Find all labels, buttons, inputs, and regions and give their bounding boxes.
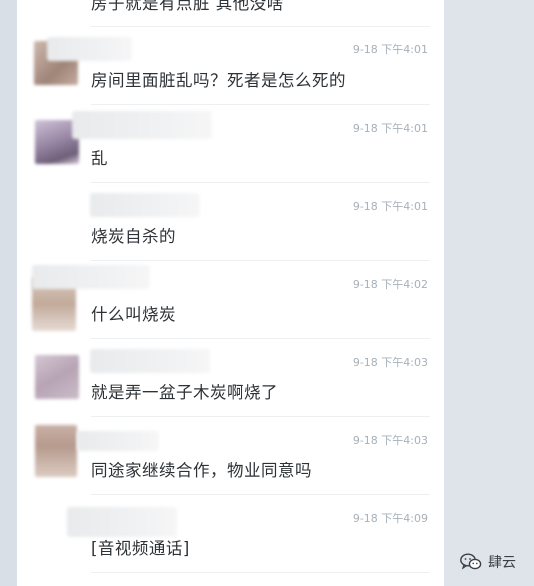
message-row[interactable]: 9-18 下午4:01 乱 <box>17 105 444 183</box>
message-time: 9-18 下午4:03 <box>352 356 428 369</box>
message-text: 什么叫烧炭 <box>91 305 176 324</box>
message-time: 9-18 下午4:03 <box>352 434 428 447</box>
watermark: 肆云 <box>460 552 516 572</box>
message-row[interactable]: 9-18 下午4:01 烧炭自杀的 <box>17 183 444 261</box>
sender-name-blurred <box>32 265 150 289</box>
sender-name-blurred <box>90 349 210 373</box>
sender-name-blurred <box>90 193 200 217</box>
watermark-label: 肆云 <box>488 555 516 571</box>
sender-name-blurred <box>72 111 212 139</box>
avatar[interactable] <box>35 355 79 399</box>
message-time: 9-18 下午4:02 <box>352 278 428 291</box>
sender-name-blurred <box>67 507 177 537</box>
chat-history-panel: 房子就是有点脏 其他没啥 9-18 下午4:01 房间里面脏乱吗？死者是怎么死的… <box>17 0 444 586</box>
message-row[interactable]: 9-18 下午4:03 就是弄一盆子木炭啊烧了 <box>17 339 444 417</box>
message-text: 就是弄一盆子木炭啊烧了 <box>91 383 278 402</box>
message-row[interactable]: 9-18 下午4:09 [音视频通话] <box>17 495 444 573</box>
divider <box>91 572 430 573</box>
message-time: 9-18 下午4:01 <box>352 122 428 135</box>
avatar[interactable] <box>35 425 77 477</box>
message-text: 同途家继续合作，物业同意吗 <box>91 461 312 480</box>
message-row[interactable]: 9-18 下午4:03 同途家继续合作，物业同意吗 <box>17 417 444 495</box>
message-text: 烧炭自杀的 <box>91 227 176 246</box>
message-row: 房子就是有点脏 其他没啥 <box>17 0 444 26</box>
message-time: 9-18 下午4:01 <box>352 43 428 56</box>
wechat-icon <box>460 553 482 571</box>
message-row[interactable]: 9-18 下午4:01 房间里面脏乱吗？死者是怎么死的 <box>17 27 444 105</box>
message-text: 乱 <box>91 149 108 168</box>
message-text: 房子就是有点脏 其他没啥 <box>91 0 284 13</box>
message-time: 9-18 下午4:01 <box>352 200 428 213</box>
call-record-text[interactable]: [音视频通话] <box>91 535 190 559</box>
message-time: 9-18 下午4:09 <box>352 512 428 525</box>
sender-name-blurred <box>77 431 159 451</box>
sender-name-blurred <box>47 37 132 61</box>
message-row[interactable]: 9-18 下午4:02 什么叫烧炭 <box>17 261 444 339</box>
background-strip <box>444 0 534 586</box>
message-text: 房间里面脏乱吗？死者是怎么死的 <box>91 71 346 90</box>
